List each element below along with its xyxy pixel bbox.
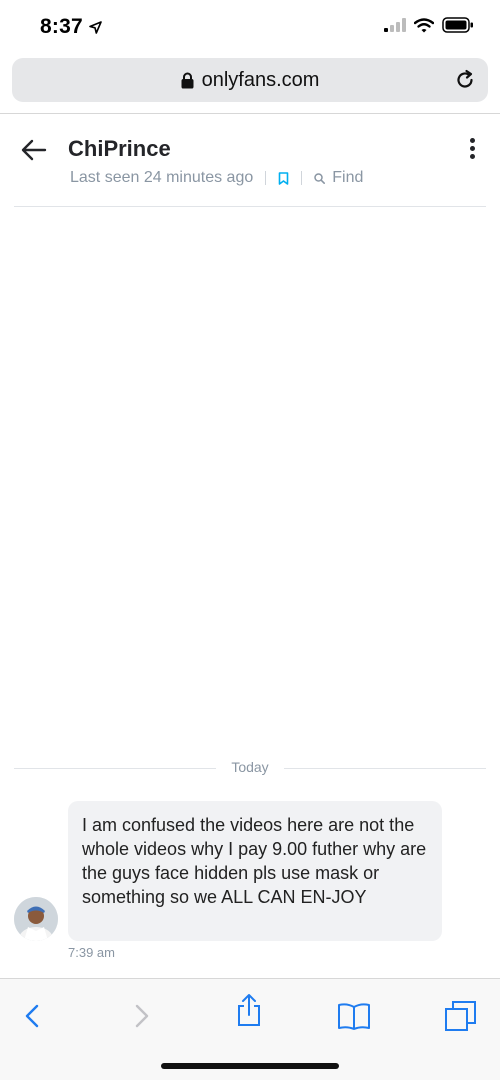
bookmark-button[interactable] [278,171,289,185]
back-arrow-icon[interactable] [20,138,48,162]
message-text: I am confused the videos here are not th… [82,815,427,907]
chevron-left-icon [25,1004,39,1028]
message-time: 7:39 am [68,945,115,960]
wifi-icon [414,17,434,32]
status-time-group: 8:37 [40,15,102,39]
url-bar[interactable]: onlyfans.com [12,58,488,102]
date-separator-line-right [284,768,486,769]
date-separator-label: Today [231,759,269,775]
home-indicator [161,1063,339,1069]
location-arrow-icon [89,20,102,34]
find-button[interactable]: Find [314,169,363,187]
avatar[interactable] [14,897,58,941]
header-divider [14,206,486,207]
bookmark-icon [278,171,289,185]
tabs-icon [445,1001,476,1031]
cell-signal-icon [384,18,406,32]
status-icons [384,17,474,33]
battery-icon [442,17,473,33]
lock-icon [181,72,194,88]
share-icon [238,994,260,1026]
divider [301,171,303,185]
chat-header: ChiPrince Last seen 24 minutes ago Find [0,114,500,206]
chat-subheader: Last seen 24 minutes ago Find [70,169,363,187]
last-seen-text: Last seen 24 minutes ago [70,169,254,186]
find-label: Find [332,169,364,186]
reload-icon[interactable] [454,69,476,91]
book-icon [338,1003,370,1030]
bookmarks-button[interactable] [336,999,372,1033]
divider [265,171,267,185]
url-field[interactable]: onlyfans.com [12,58,488,102]
browser-forward-button[interactable] [124,999,160,1033]
status-bar: 8:37 [0,0,500,54]
more-vertical-icon[interactable] [466,138,478,164]
tabs-button[interactable] [443,999,479,1033]
status-time: 8:37 [40,15,83,38]
message-bubble[interactable]: I am confused the videos here are not th… [68,801,442,941]
date-separator: Today [14,759,486,777]
search-icon [314,172,326,184]
chevron-right-icon [135,1004,149,1028]
avatar-image [14,897,58,941]
browser-toolbar [0,979,500,1080]
chat-username[interactable]: ChiPrince [68,136,171,162]
url-text: onlyfans.com [201,68,320,91]
share-button[interactable] [231,993,267,1027]
browser-back-button[interactable] [14,999,50,1033]
